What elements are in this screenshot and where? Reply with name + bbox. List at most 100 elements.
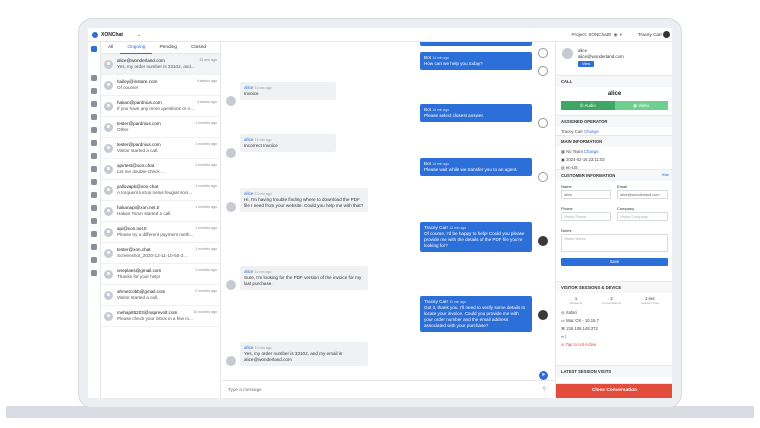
send-button[interactable]: ➤ <box>539 371 548 380</box>
gear-icon[interactable] <box>91 218 97 224</box>
conversation-list: alice@wonderland.com Yes, my order number… <box>101 54 220 327</box>
tag-icon[interactable] <box>91 114 97 120</box>
help-icon[interactable] <box>91 270 97 276</box>
conversation-item[interactable]: hailey@instare.com Of course! 4 weeks ago <box>101 75 220 96</box>
conversation-text: yallovapk@xon.chat A torquent luctus netu… <box>117 184 195 196</box>
name-field[interactable]: alice <box>561 190 611 199</box>
company-field[interactable]: Visitor Company <box>617 212 668 221</box>
bell-icon[interactable]: ▾ <box>620 32 624 37</box>
outgoing-message: Bot 14 min ago Please select closest answ… <box>420 104 532 122</box>
conversation-item[interactable]: api@xon.net.tr Please try a different pay… <box>101 222 220 243</box>
message-time: 12 min ago <box>449 226 467 230</box>
chat-icon[interactable] <box>91 46 97 52</box>
message-sender: alice <box>244 345 254 350</box>
conversation-item[interactable]: alice@wonderland.com Yes, my order number… <box>101 54 220 75</box>
message-sender: alice <box>244 137 254 142</box>
message-text: Of course, I'd be happy to help! Could y… <box>424 231 525 248</box>
change-team-link[interactable]: Change <box>584 149 599 154</box>
outgoing-message: Tracey Carr 12 min ago Of course, I'd be … <box>420 222 532 252</box>
message-input[interactable] <box>228 385 528 393</box>
calendar-icon[interactable] <box>91 153 97 159</box>
conversation-item[interactable]: oneplaes@gmail.com Thanks for your help! 2… <box>101 264 220 285</box>
ban-row[interactable]: ⊘ Tap to not Active <box>556 340 672 348</box>
notes-field[interactable]: Visitor Notes <box>561 234 668 252</box>
customer-section: CUSTOMER INFORMATION Hide Name alice Emai… <box>556 170 672 282</box>
os-value: Mac OS - 10.15.7 <box>566 317 599 323</box>
clock-icon[interactable] <box>91 140 97 146</box>
globe-icon[interactable] <box>91 244 97 250</box>
inbox-icon[interactable] <box>91 88 97 94</box>
conversation-time: 2 months ago <box>195 289 217 293</box>
incoming-message: alice 14 min ago Incorrect Invoice <box>240 134 336 152</box>
conversation-item[interactable]: tester@xon.chat Screenshot_2020-12-11-10-… <box>101 243 220 264</box>
conversation-item[interactable]: hakanapi@xon.net.tr Hakan Torun started a… <box>101 201 220 222</box>
lang-value: en-US <box>565 164 578 170</box>
document-icon[interactable] <box>91 192 97 198</box>
call-section: CALL alice ✆ Audio ◉ Video <box>556 76 672 116</box>
conversation-text: hakanapi@xon.net.tr Hakan Torun started a… <box>117 205 195 217</box>
datetime-value: 2024-02-16 23:11:02 <box>566 156 605 162</box>
users-icon[interactable] <box>91 101 97 107</box>
visitor-avatar-icon <box>226 356 236 366</box>
project-label[interactable]: Project: XONChat <box>571 32 608 37</box>
conversation-preview: Screenshot_2020-12-11-10-55-3... <box>117 253 188 258</box>
conversation-time: 1 months ago <box>195 163 217 167</box>
conversation-item[interactable]: hakan@pardnius.com If you have any more q… <box>101 96 220 117</box>
message-text: Please wait while we transfer you to an … <box>424 167 518 172</box>
chart-icon[interactable] <box>91 179 97 185</box>
phone-icon[interactable] <box>91 257 97 263</box>
bot-avatar-icon <box>538 48 548 58</box>
conversation-time: 1 months ago <box>195 121 217 125</box>
conversation-preview: Of course! <box>117 85 139 90</box>
visitor-name: alice <box>578 48 588 53</box>
call-title: CALL <box>556 76 672 87</box>
message-sender: Bot <box>424 161 431 166</box>
visitor-identity: alice alice@wonderland.com <box>578 48 624 59</box>
conversation-preview: Please check your inbox in a few m... <box>117 316 193 321</box>
folder-icon[interactable] <box>91 166 97 172</box>
list-icon[interactable] <box>91 127 97 133</box>
datetime-row: ▣ 2024-02-16 23:11:02 <box>556 155 672 163</box>
chevron-down-icon[interactable]: ⌄ <box>137 32 141 38</box>
conversation-preview: Thanks for your help! <box>117 274 161 279</box>
call-buttons: ✆ Audio ◉ Video <box>561 101 668 110</box>
incoming-message: alice 11 min ago Sure, I'm looking for th… <box>240 266 368 290</box>
customer-hide-link[interactable]: Hide <box>662 173 669 177</box>
visitor-avatar-icon <box>226 280 236 290</box>
tab-ongoing[interactable]: Ongoing <box>120 42 153 54</box>
stat-session-time: 1 sec Session Time <box>641 296 659 305</box>
incoming-message: alice 13 min ago Hi, I'm having trouble f… <box>240 188 368 212</box>
conversation-preview: Hakan Torun started a call. <box>117 211 172 216</box>
bot-avatar-icon <box>538 118 548 128</box>
team-row: ▦ No Team Change <box>556 147 672 155</box>
user-name[interactable]: Tracey Carr <box>638 32 662 37</box>
message-text: Please select closest answer. <box>424 113 485 118</box>
bookmark-icon[interactable] <box>91 231 97 237</box>
assigned-title: ASSIGNED OPERATOR <box>556 116 672 127</box>
tab-pending[interactable]: Pending <box>152 45 184 50</box>
conversation-item[interactable]: ahmetcobb@gmail.com Visitor started a cal… <box>101 285 220 306</box>
video-call-button[interactable]: ◉ Video <box>614 101 668 110</box>
audio-call-button[interactable]: ✆ Audio <box>561 101 615 110</box>
save-button[interactable]: Save <box>561 258 668 266</box>
home-icon[interactable] <box>91 75 97 81</box>
email-field[interactable]: alice@wonderland.com <box>617 190 668 199</box>
visitor-avatar-icon <box>104 122 113 132</box>
change-operator-link[interactable]: Change <box>584 129 599 134</box>
conversation-item[interactable]: tester@pardnius.com Other 1 months ago <box>101 117 220 138</box>
user-avatar[interactable] <box>663 31 670 38</box>
conversation-item[interactable]: apirtest@xon.chat Let me double-check ...… <box>101 159 220 180</box>
view-profile-button[interactable]: View <box>578 61 595 67</box>
attach-icon[interactable]: ⚲ <box>542 386 546 392</box>
phone-field[interactable]: Visitor Phone <box>561 212 611 221</box>
robot-icon[interactable] <box>91 205 97 211</box>
message-time: 10 min ago <box>254 346 272 350</box>
tab-closed[interactable]: Closed <box>184 45 213 50</box>
conversation-item[interactable]: mehap85203@naprevolt.com Please check you… <box>101 306 220 327</box>
conversation-item[interactable]: yallovapk@xon.chat A torquent luctus netu… <box>101 180 220 201</box>
visitor-panel: alice alice@wonderland.com View CALL ali… <box>555 42 672 398</box>
close-conversation-button[interactable]: Close Conversation <box>556 384 672 398</box>
conversation-item[interactable]: tester@pardnius.com Visitor started a cal… <box>101 138 220 159</box>
composer: ➤ ⚲ <box>222 371 554 398</box>
tab-all[interactable]: All <box>101 45 120 50</box>
